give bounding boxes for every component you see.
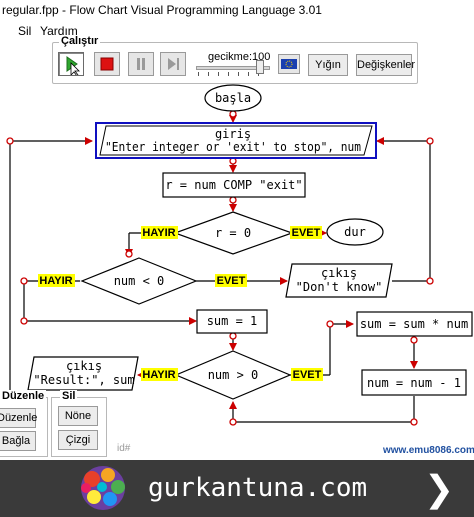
compare-process-text: r = num COMP "exit"	[165, 178, 302, 192]
loop-decision-text: num > 0	[208, 368, 259, 382]
output-dont-know-node[interactable]: çıkış "Don't know"	[285, 263, 393, 298]
end-node[interactable]: dur	[326, 218, 384, 246]
svg-text:EVET: EVET	[292, 227, 321, 239]
svg-text:EVET: EVET	[217, 275, 246, 287]
brain-logo-icon	[81, 466, 125, 510]
input-node[interactable]: giriş "Enter integer or 'exit' to stop",…	[95, 122, 377, 159]
multiply-node[interactable]: sum = sum * num	[356, 311, 473, 337]
svg-text:HAYIR: HAYIR	[142, 227, 175, 239]
decision-r-node[interactable]: r = 0	[173, 211, 294, 255]
edit-panel-legend: Düzenle	[0, 390, 47, 402]
svg-text:HAYIR: HAYIR	[39, 275, 72, 287]
output-result-text: "Result:", sum	[33, 373, 134, 387]
output-dont-know-text: "Don't know"	[296, 280, 383, 294]
yes-label-negative: EVET	[215, 274, 247, 287]
decision-negative-node[interactable]: num < 0	[80, 257, 198, 305]
no-label-loop: HAYIR	[141, 368, 178, 381]
site-watermark: www.emu8086.com	[383, 445, 474, 456]
loop-decision-node[interactable]: num > 0	[174, 350, 292, 400]
svg-text:EVET: EVET	[293, 369, 322, 381]
next-arrow-icon[interactable]: ❯	[424, 468, 454, 510]
id-watermark: id#	[117, 443, 131, 454]
yes-label-r: EVET	[290, 226, 322, 239]
delete-node-button[interactable]: Nöne	[58, 406, 98, 426]
edit-button[interactable]: Düzenle	[0, 408, 37, 428]
decision-r-text: r = 0	[215, 226, 251, 240]
delete-line-button[interactable]: Çizgi	[58, 430, 98, 450]
assign-sum-node[interactable]: sum = 1	[196, 309, 268, 334]
no-label-r: HAYIR	[141, 226, 178, 239]
decrement-node[interactable]: num = num - 1	[361, 369, 467, 396]
input-prompt: "Enter integer or 'exit' to stop", num	[105, 140, 361, 154]
banner-site-text: gurkantuna.com	[148, 473, 368, 503]
svg-text:HAYIR: HAYIR	[142, 369, 175, 381]
start-node[interactable]: başla	[204, 84, 262, 112]
decrement-text: num = num - 1	[367, 376, 461, 390]
end-label: dur	[344, 225, 366, 239]
output-dont-know-title: çıkış	[321, 266, 357, 280]
output-result-node[interactable]: çıkış "Result:", sum	[27, 356, 139, 391]
yes-label-loop: EVET	[291, 368, 323, 381]
connect-button[interactable]: Bağla	[0, 431, 36, 451]
output-result-title: çıkış	[66, 359, 102, 373]
input-title: giriş	[215, 127, 251, 141]
no-label-negative: HAYIR	[38, 274, 75, 287]
compare-process-node[interactable]: r = num COMP "exit"	[162, 172, 306, 198]
assign-sum-text: sum = 1	[207, 314, 258, 328]
multiply-text: sum = sum * num	[360, 317, 468, 331]
delete-panel-legend: Sil	[60, 390, 78, 402]
decision-negative-text: num < 0	[114, 274, 165, 288]
start-label: başla	[215, 91, 251, 105]
